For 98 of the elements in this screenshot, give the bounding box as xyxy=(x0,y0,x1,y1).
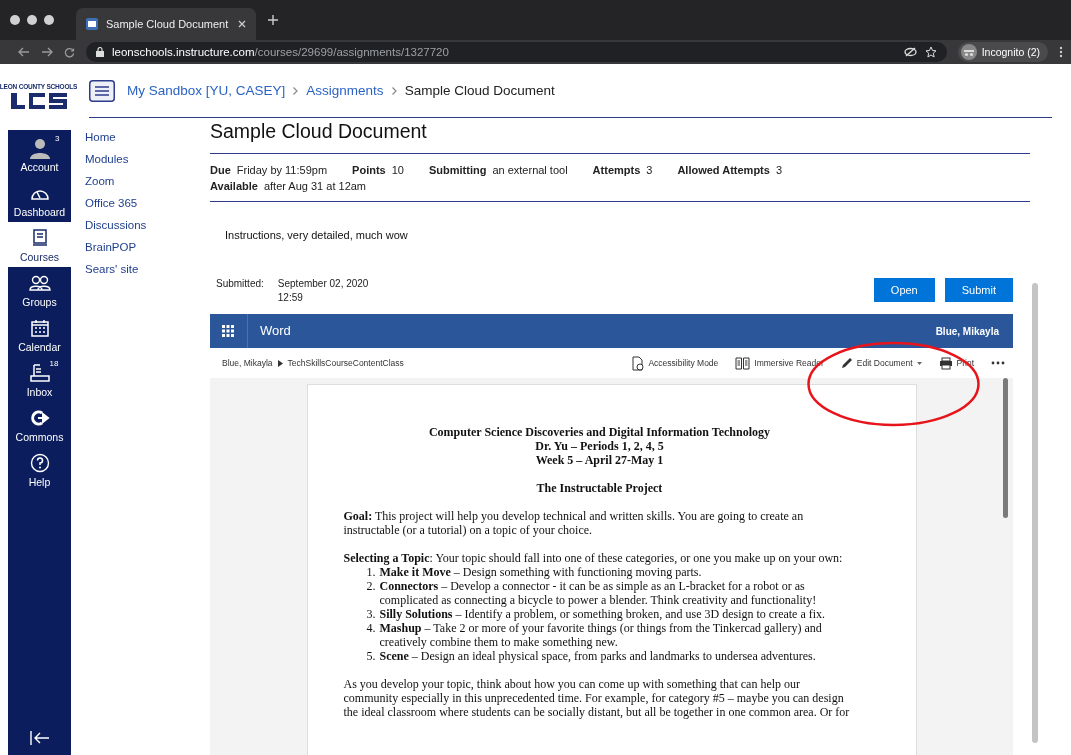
breadcrumb-link[interactable]: My Sandbox [YU, CASEY] xyxy=(127,83,286,98)
detail-label: Submitting xyxy=(428,164,487,176)
global-nav-item[interactable]: 18 Inbox xyxy=(8,357,71,402)
scrollbar-thumb[interactable] xyxy=(1032,283,1038,743)
count-label: 18 xyxy=(49,359,59,368)
course-nav-link[interactable]: BrainPOP xyxy=(85,241,210,253)
document-heading: Computer Science Discoveries and Digital Information Technology xyxy=(427,425,772,439)
document-icon xyxy=(632,355,645,371)
breadcrumb-link[interactable]: Sample Cloud Document xyxy=(404,83,555,98)
global-nav-item[interactable]: Calendar xyxy=(8,312,71,357)
close-icon[interactable] xyxy=(238,20,246,28)
detail-label: Points xyxy=(352,164,386,176)
scrollbar-thumb[interactable] xyxy=(1003,378,1008,518)
document-heading: Dr. Yu – Periods 1, 2, 4, 5 xyxy=(534,439,665,453)
detail-label: Allowed Attempts xyxy=(677,164,770,176)
pencil-icon xyxy=(840,357,853,369)
course-nav-link[interactable]: Home xyxy=(85,131,210,143)
course-nav-link[interactable]: Discussions xyxy=(85,219,210,231)
path-link[interactable]: Blue, Mikayla xyxy=(222,358,273,368)
printer-icon xyxy=(938,356,953,370)
commons-icon xyxy=(29,410,50,426)
help-icon xyxy=(29,453,50,473)
book-icon xyxy=(735,356,751,370)
detail-value: 10 xyxy=(391,164,404,176)
menu-icon[interactable] xyxy=(89,79,115,102)
list-item-text: Make it Move – Design something with functioning moving parts. xyxy=(379,565,702,579)
book-icon xyxy=(31,229,48,247)
assignment-title: Sample Cloud Document xyxy=(210,118,1030,154)
detail-label: Attempts xyxy=(592,164,641,176)
list-item-text: Scene – Design an ideal physical space, from parks and landmarks to undersea adventures. xyxy=(379,649,816,663)
lock-icon xyxy=(96,47,104,57)
detail-value: 3 xyxy=(775,164,783,176)
people-icon xyxy=(28,275,51,291)
action-button[interactable]: Open xyxy=(873,278,935,302)
action-button[interactable]: Submit xyxy=(944,278,1013,302)
list-item-text: Connectors – Develop a connector - it can be as simple as an L-bracket for a robot or as complicated as connecting a bicycle to power a blender. Think creativity and functionality! xyxy=(379,579,818,607)
back-icon[interactable] xyxy=(18,47,30,57)
eye-slash-icon[interactable] xyxy=(903,47,917,57)
document-paragraph: Selecting a Topic: Your topic should fall into one of these categories, or one you make up on your own: xyxy=(343,551,844,565)
global-nav-item[interactable]: Dashboard xyxy=(8,177,71,222)
chevron-icon xyxy=(391,86,397,95)
calendar-icon xyxy=(30,319,49,337)
global-nav-item[interactable]: Commons xyxy=(8,402,71,447)
canvas-icon xyxy=(86,18,98,30)
more-icon xyxy=(991,361,1005,365)
submitted-time: 12:59 xyxy=(277,292,304,303)
detail-value: Friday by 11:59pm xyxy=(236,164,328,176)
submitted-date: September 02, 2020 xyxy=(277,278,369,289)
global-nav-item[interactable]: Courses xyxy=(8,222,71,267)
path-link[interactable]: TechSkillsCourseContentClass xyxy=(287,358,404,368)
star-icon[interactable] xyxy=(924,46,937,58)
inbox-icon xyxy=(29,364,50,382)
document-heading: The Instructable Project xyxy=(535,481,664,495)
collapse-icon[interactable] xyxy=(29,731,50,745)
address-field[interactable]: leonschools.instructure.com/courses/29699/assignments/1327720 xyxy=(86,42,947,62)
list-item-text: Mashup – Take 2 or more of your favorite things (or things from the Tinkercad gallery) and creatively combine them to make something new. xyxy=(379,621,823,649)
chevron-icon xyxy=(293,86,299,95)
window-controls-icon[interactable] xyxy=(10,15,54,25)
caret-icon xyxy=(277,359,283,367)
document-paragraph: Goal: This project will help you develop technical and written skills. You are going to create an instructable (or a tutorial) on a topic of your choice. xyxy=(343,509,805,537)
reload-icon[interactable] xyxy=(64,46,75,58)
browser-tab[interactable]: Sample Cloud Document xyxy=(76,8,256,40)
course-nav-link[interactable]: Zoom xyxy=(85,175,210,187)
toolbar-button[interactable]: Accessibility Mode xyxy=(632,355,719,371)
course-nav-link[interactable]: Sears' site xyxy=(85,263,210,275)
submitted-label: Submitted: xyxy=(216,278,264,289)
document-heading: Week 5 – April 27-May 1 xyxy=(534,453,665,467)
new-tab-icon[interactable] xyxy=(268,15,278,25)
forward-icon[interactable] xyxy=(41,47,53,57)
instructions-text: Instructions, very detailed, much wow xyxy=(225,229,409,241)
breadcrumb-link[interactable]: Assignments xyxy=(306,83,384,98)
profile-button[interactable]: Incognito (2) xyxy=(957,42,1048,62)
list-item-text: Silly Solutions – Identify a problem, or something broken, and use 3D design to create a fix. xyxy=(379,607,826,621)
course-nav-link[interactable]: Modules xyxy=(85,153,210,165)
incognito-icon xyxy=(960,44,977,60)
app-launcher-icon[interactable] xyxy=(222,325,234,337)
global-nav-item[interactable]: 3 Account xyxy=(8,132,71,177)
global-nav-item[interactable]: Help xyxy=(8,447,71,492)
toolbar-button[interactable]: Edit Document xyxy=(840,357,922,369)
course-nav-link[interactable]: Office 365 xyxy=(85,197,210,209)
global-nav-item[interactable]: Groups xyxy=(8,267,71,312)
count-label: 3 xyxy=(55,134,60,143)
list-number: 1. xyxy=(366,565,377,579)
list-number: 4. xyxy=(366,621,377,637)
detail-label: Due xyxy=(210,164,231,176)
detail-value: an external tool xyxy=(492,164,568,176)
list-number: 5. xyxy=(366,649,377,663)
menu-icon[interactable] xyxy=(1059,46,1063,58)
more-button[interactable] xyxy=(991,361,1005,365)
document-paragraph: As you develop your topic, think about how you can come up with something that can help our community especially in this unprecedented time. For example, for category #5 – maybe you can design the ideal classroom where students can be socially distant, but all be together in one common area. Or for xyxy=(343,677,851,719)
logo-icon[interactable] xyxy=(8,91,69,111)
detail-label: Available xyxy=(210,180,258,192)
detail-value: after Aug 31 at 12am xyxy=(263,180,367,192)
list-number: 2. xyxy=(366,579,377,595)
detail-value: 3 xyxy=(646,164,653,176)
user-name: Blue, Mikayla xyxy=(935,325,1000,337)
list-number: 3. xyxy=(366,607,377,621)
avatar-icon xyxy=(28,137,51,159)
